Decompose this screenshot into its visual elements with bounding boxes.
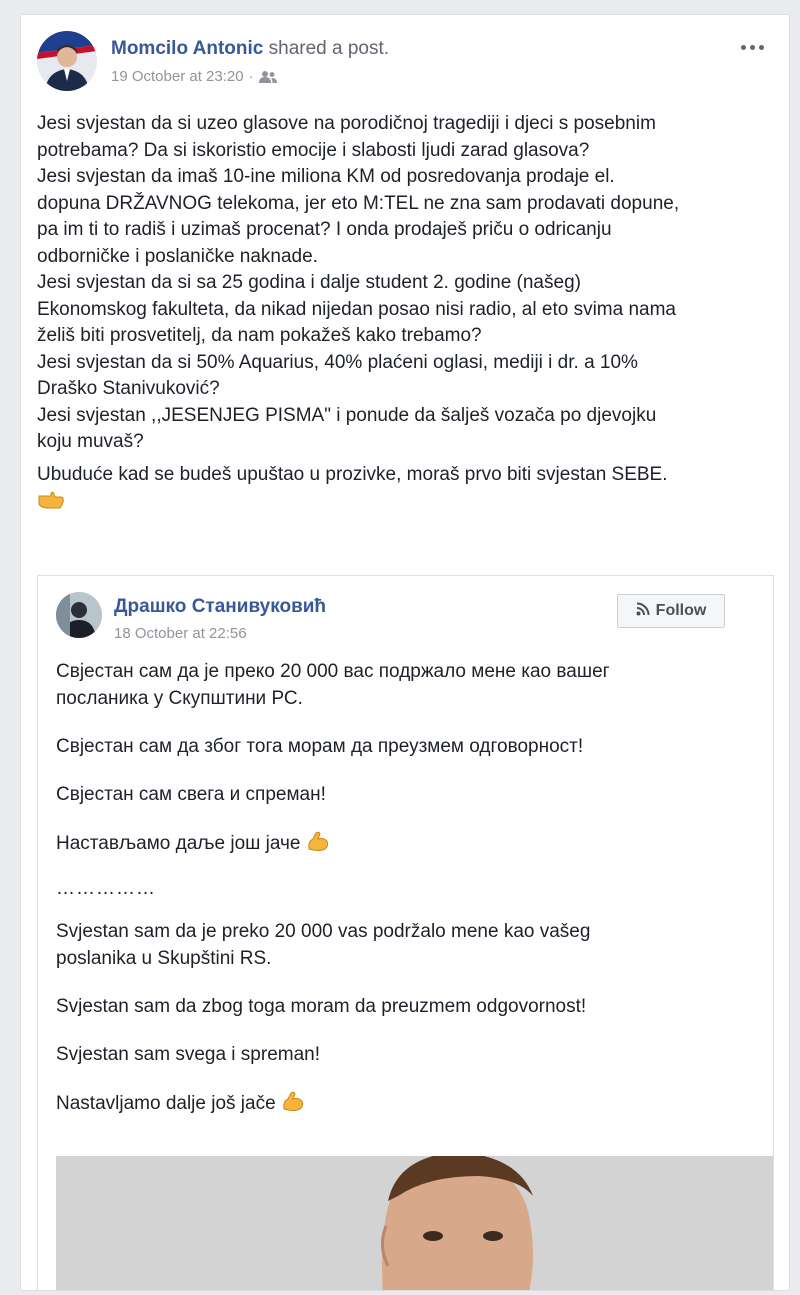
- pointing-hand-emoji: [37, 488, 65, 519]
- follow-button[interactable]: Follow: [617, 594, 725, 628]
- post-line: dopuna DRŽAVNOG telekoma, jer eto M:TEL …: [37, 192, 680, 214]
- post-main-paragraph: Jesi svjestan da si uzeo glasove na poro…: [37, 111, 777, 456]
- author-action: shared a post.: [268, 38, 390, 59]
- shared-paragraph: Свјестан сам да због тога морам да преуз…: [56, 736, 584, 757]
- shared-post-header: Драшко Станивуковић 18 October at 22:56 …: [56, 592, 755, 646]
- post-line: odborničke i poslaničke naknade.: [37, 245, 318, 267]
- shared-line: Svjestan sam da je preko 20 000 vas podr…: [56, 921, 591, 942]
- shared-author-name[interactable]: Драшко Станивуковић: [114, 596, 326, 618]
- shared-author-avatar[interactable]: [56, 592, 102, 638]
- meta-separator: ·: [248, 68, 254, 85]
- flexed-biceps-emoji: [281, 1089, 305, 1121]
- post-line: Jesi svjestan da si uzeo glasove na poro…: [37, 113, 656, 134]
- post-line: pa im ti to radiš i uzimaš procenat? I o…: [37, 219, 612, 240]
- author-avatar[interactable]: [37, 31, 97, 91]
- post-line: koju muvaš?: [37, 431, 144, 452]
- post-line: želiš biti prosvetitelj, da nam pokažeš …: [37, 325, 482, 346]
- friends-icon[interactable]: [258, 68, 277, 85]
- shared-line: Свјестан сам да је преко 20 000 вас подр…: [56, 661, 610, 682]
- post-line: potrebama? Da si iskoristio emocije i sl…: [37, 139, 590, 161]
- shared-line: poslanika u Skupštini RS.: [56, 948, 272, 969]
- shared-line: Nastavljamo dalje još jače: [56, 1093, 276, 1114]
- shared-line: Настављамо даље још јаче: [56, 833, 301, 854]
- more-options-icon[interactable]: [741, 37, 771, 53]
- author-line: Momcilo Antonic shared a post.: [111, 37, 389, 61]
- post-line: Jesi svjestan da si 50% Aquarius, 40% pl…: [37, 351, 638, 373]
- rss-follow-icon: [636, 602, 650, 621]
- post-line: Ekonomskog fakulteta, da nikad nijedan p…: [37, 298, 676, 320]
- post-closing-line: Ubuduće kad se budeš upuštao u prozivke,…: [37, 463, 668, 485]
- dotted-separator: ……………: [56, 878, 156, 899]
- flexed-biceps-emoji: [306, 829, 330, 861]
- author-name[interactable]: Momcilo Antonic: [111, 38, 263, 59]
- post-line: Jesi svjestan da si sa 25 godina i dalje…: [37, 272, 581, 293]
- shared-paragraph: Nastavljamo dalje još jače: [56, 1089, 746, 1121]
- shared-post-text: Свјестан сам да је преко 20 000 вас подр…: [56, 658, 746, 1142]
- shared-paragraph: Svjestan sam da je preko 20 000 vas podr…: [56, 918, 746, 972]
- shared-paragraph: Свјестан сам свега и спреман!: [56, 784, 326, 805]
- post-line: Jesi svjestan ,,JESENJEG PISMA" i ponude…: [37, 404, 657, 426]
- post-closing-paragraph: Ubuduće kad se budeš upuštao u prozivke,…: [37, 462, 777, 519]
- shared-paragraph: Svjestan sam da zbog toga moram da preuz…: [56, 996, 587, 1017]
- shared-line: посланика у Скупштини РС.: [56, 688, 303, 709]
- portrait-photo[interactable]: [38, 1156, 773, 1290]
- post-line: Jesi svjestan da imaš 10-ine miliona KM …: [37, 166, 615, 187]
- shared-paragraph: Настављамо даље још јаче: [56, 829, 746, 861]
- post-text: Jesi svjestan da si uzeo glasove na poro…: [37, 111, 777, 519]
- shared-post-timestamp[interactable]: 18 October at 22:56: [114, 625, 247, 642]
- post-meta: 19 October at 23:20 ·: [111, 67, 277, 87]
- post-timestamp[interactable]: 19 October at 23:20: [111, 68, 244, 85]
- post-header: Momcilo Antonic shared a post. 19 Octobe…: [37, 31, 773, 95]
- post-line: Draško Stanivuković?: [37, 378, 220, 399]
- shared-paragraph: Свјестан сам да је преко 20 000 вас подр…: [56, 658, 746, 712]
- shared-post: Драшко Станивуковић 18 October at 22:56 …: [37, 575, 774, 1290]
- post-card: Momcilo Antonic shared a post. 19 Octobe…: [20, 14, 790, 1291]
- shared-paragraph: Svjestan sam svega i spreman!: [56, 1044, 321, 1065]
- follow-label: Follow: [655, 602, 707, 619]
